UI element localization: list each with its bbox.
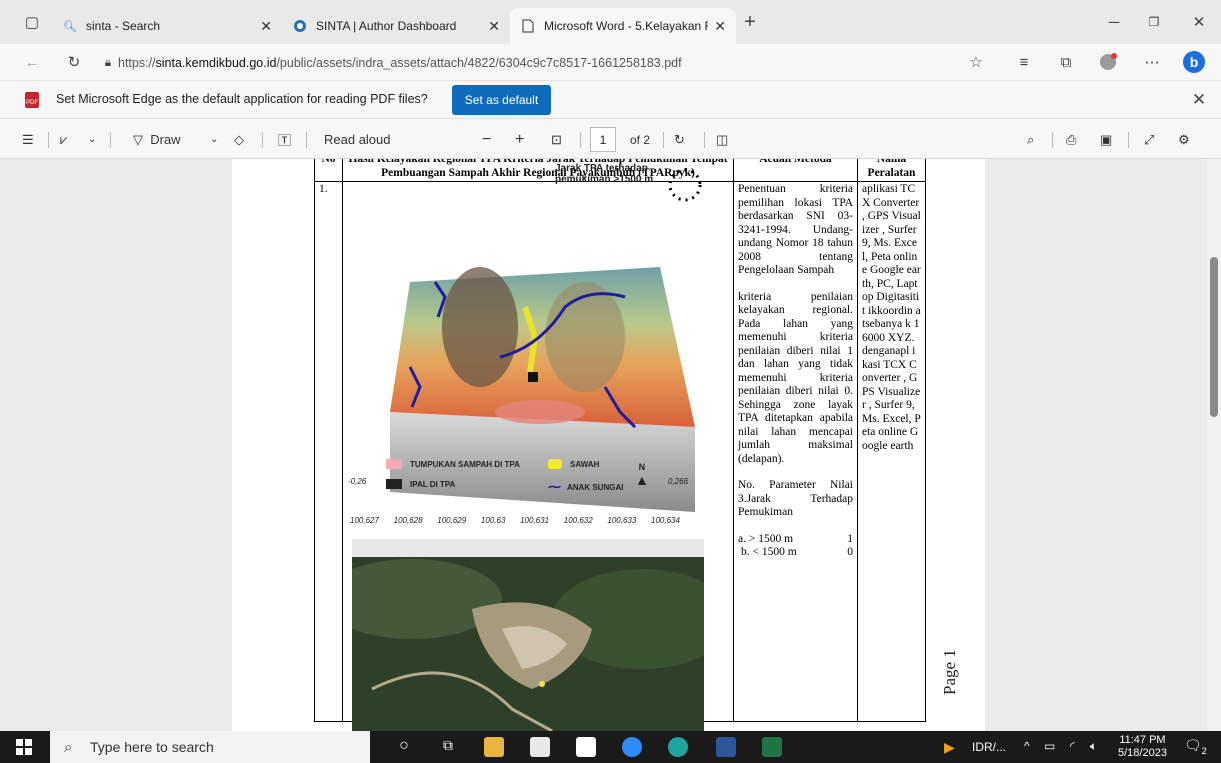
restore-icon[interactable]: ❐ — [1140, 8, 1168, 36]
favorites-list-icon[interactable]: ≡ — [1010, 48, 1038, 76]
store-icon[interactable] — [530, 737, 550, 757]
page-label: Page 1 — [940, 649, 959, 695]
legend-sungai: ⁓ ANAK SUNGAI — [548, 479, 624, 494]
collections-icon[interactable]: ⧉ — [1052, 48, 1080, 76]
pdf-viewer[interactable]: No Hasil Kelayakan Regional TPA Kriteria… — [0, 159, 1221, 731]
contents-icon[interactable]: ☰ — [22, 119, 34, 160]
wifi-icon[interactable]: ◜ — [1070, 739, 1075, 753]
taskbar-search-input[interactable]: ⌕ Type here to search — [50, 731, 370, 763]
zoom-in-icon[interactable]: + — [515, 119, 524, 160]
address-bar-row: ← ↻ 🔒︎ https://sinta.kemdikbud.go.id/pub… — [0, 44, 1221, 80]
svg-text:b: b — [1190, 54, 1199, 70]
eraser-icon[interactable]: ◇ — [234, 119, 244, 160]
side-label-left: -0,26 — [348, 477, 367, 486]
address-input[interactable]: https://sinta.kemdikbud.go.id/public/ass… — [118, 50, 948, 76]
fullscreen-icon[interactable]: ⤢ — [1144, 119, 1154, 160]
search-icon[interactable]: ⌕ — [1027, 119, 1034, 160]
header-acuan: Acuan Metoda — [733, 159, 858, 182]
chevron-down-icon[interactable]: ⌄ — [88, 119, 96, 160]
satellite-photo — [352, 539, 704, 731]
clock[interactable]: 11:47 PM 5/18/2023 — [1118, 734, 1167, 760]
new-tab-icon[interactable]: + — [736, 8, 764, 36]
alat-cell: aplikasi TCX Converter , GPS Visualizer … — [857, 181, 926, 722]
windows-start-icon[interactable] — [16, 739, 32, 758]
page-count: of 2 — [630, 132, 651, 147]
file-explorer-icon[interactable] — [484, 737, 504, 757]
x-tick-labels: 100,627 100,628 100,629 100,63 100,631 100,63… — [350, 516, 680, 525]
minimize-icon[interactable]: ─ — [1100, 8, 1128, 36]
svg-text:PDF: PDF — [26, 100, 38, 106]
search-icon: ⌕ — [64, 738, 73, 756]
draw-icon: ▽ — [133, 131, 143, 147]
currency-icon: ▶ — [944, 739, 955, 755]
side-label-right: 0,266 — [668, 477, 689, 486]
header-alat: Nama Peralatan — [857, 159, 926, 182]
read-aloud-button[interactable]: Read aloud — [324, 119, 391, 160]
print-icon[interactable]: ⎙ — [1066, 119, 1076, 160]
mail-icon[interactable] — [576, 737, 596, 757]
save-icon[interactable]: ▣ — [1100, 119, 1112, 160]
word-icon[interactable] — [716, 737, 736, 757]
close-infobar-icon[interactable]: ✕ — [1185, 86, 1213, 114]
zoom-out-icon[interactable]: − — [482, 119, 491, 160]
legend-ipal: IPAL DI TPA — [386, 479, 455, 489]
search-icon: 🔍︎ — [63, 20, 77, 33]
page-view-icon[interactable]: ◫ — [716, 119, 728, 160]
text-icon[interactable]: 🅃 — [278, 119, 291, 160]
gear-icon[interactable]: ⚙ — [1178, 119, 1190, 160]
row-number: 1. — [314, 181, 343, 722]
scrollbar[interactable] — [1207, 159, 1221, 731]
terrain-map-figure: Jarak TPA terhadap pemukiman >1500 m TUM… — [348, 163, 702, 527]
chevron-up-icon[interactable]: ^ — [1024, 739, 1030, 753]
notification-icon[interactable]: 🗨︎2 — [1184, 737, 1207, 756]
profile-icon[interactable] — [1094, 48, 1122, 76]
chevron-down-icon[interactable]: ⌄ — [210, 119, 218, 160]
excel-icon[interactable] — [762, 737, 782, 757]
back-icon[interactable]: ← — [18, 48, 46, 76]
tab-bar: ▢ 🔍︎ sinta - Search ✕ SINTA | Author Das… — [0, 0, 1221, 44]
close-window-icon[interactable]: ✕ — [1185, 8, 1213, 36]
satellite-image — [352, 539, 704, 731]
fit-page-icon[interactable]: ⊡ — [551, 119, 562, 160]
currency-widget[interactable]: IDR/... — [972, 740, 1006, 754]
default-app-infobar: PDF Set Microsoft Edge as the default ap… — [0, 80, 1221, 118]
taskbar: ⌕ Type here to search ○ ⧉ ▶ IDR/... ^ ▭ … — [0, 731, 1221, 763]
pdf-page: No Hasil Kelayakan Regional TPA Kriteria… — [232, 159, 985, 731]
tab-author-dashboard[interactable]: SINTA | Author Dashboard ✕ — [282, 8, 510, 44]
favorite-icon[interactable]: ☆ — [962, 48, 990, 76]
network-icon[interactable]: ▭ — [1044, 739, 1055, 753]
zoom-icon[interactable] — [622, 737, 642, 757]
task-view-icon[interactable]: ⧉ — [438, 737, 458, 757]
sinta-icon — [292, 18, 308, 34]
dotted-circle-icon — [668, 168, 702, 202]
more-icon[interactable]: ⋯ — [1138, 48, 1166, 76]
infobar-message: Set Microsoft Edge as the default applic… — [56, 92, 428, 106]
tab-actions-icon[interactable]: ▢ — [18, 8, 46, 36]
acuan-cell: Penentuan kriteria pemilihan lokasi TPA … — [733, 181, 858, 722]
map-title: Jarak TPA terhadap pemukiman >1500 m — [555, 163, 654, 185]
pdf-icon: PDF — [18, 86, 46, 114]
draw-button[interactable]: ▽ Draw — [133, 119, 181, 160]
legend-sawah: SAWAH — [548, 459, 599, 469]
bing-icon[interactable]: b — [1180, 48, 1208, 76]
document-icon — [520, 18, 536, 34]
header-no: No — [314, 159, 343, 182]
scrollbar-thumb[interactable] — [1210, 257, 1218, 417]
rotate-icon[interactable]: ↻ — [674, 119, 685, 160]
tab-pdf-document[interactable]: Microsoft Word - 5.Kelayakan Re ✕ — [510, 8, 736, 44]
page-number-input[interactable]: 1 — [590, 127, 616, 152]
set-as-default-button[interactable]: Set as default — [452, 85, 551, 115]
close-tab-icon[interactable]: ✕ — [714, 18, 726, 35]
highlight-icon[interactable]: ⩗ — [60, 119, 67, 160]
refresh-icon[interactable]: ↻ — [60, 48, 88, 76]
volume-icon[interactable]: 🔈︎ — [1090, 739, 1097, 754]
edge-icon[interactable] — [668, 737, 688, 757]
tab-sinta-search[interactable]: 🔍︎ sinta - Search ✕ — [52, 8, 282, 44]
close-tab-icon[interactable]: ✕ — [260, 18, 272, 35]
close-tab-icon[interactable]: ✕ — [488, 18, 500, 35]
cortana-icon[interactable]: ○ — [394, 737, 414, 757]
pdf-toolbar: ☰ ⩗ ⌄ ▽ Draw ⌄ ◇ 🅃 Read aloud − + ⊡ 1 of… — [0, 118, 1221, 159]
legend-sampah: TUMPUKAN SAMPAH DI TPA — [386, 459, 520, 469]
north-arrow-icon: N ▲ — [635, 462, 649, 488]
